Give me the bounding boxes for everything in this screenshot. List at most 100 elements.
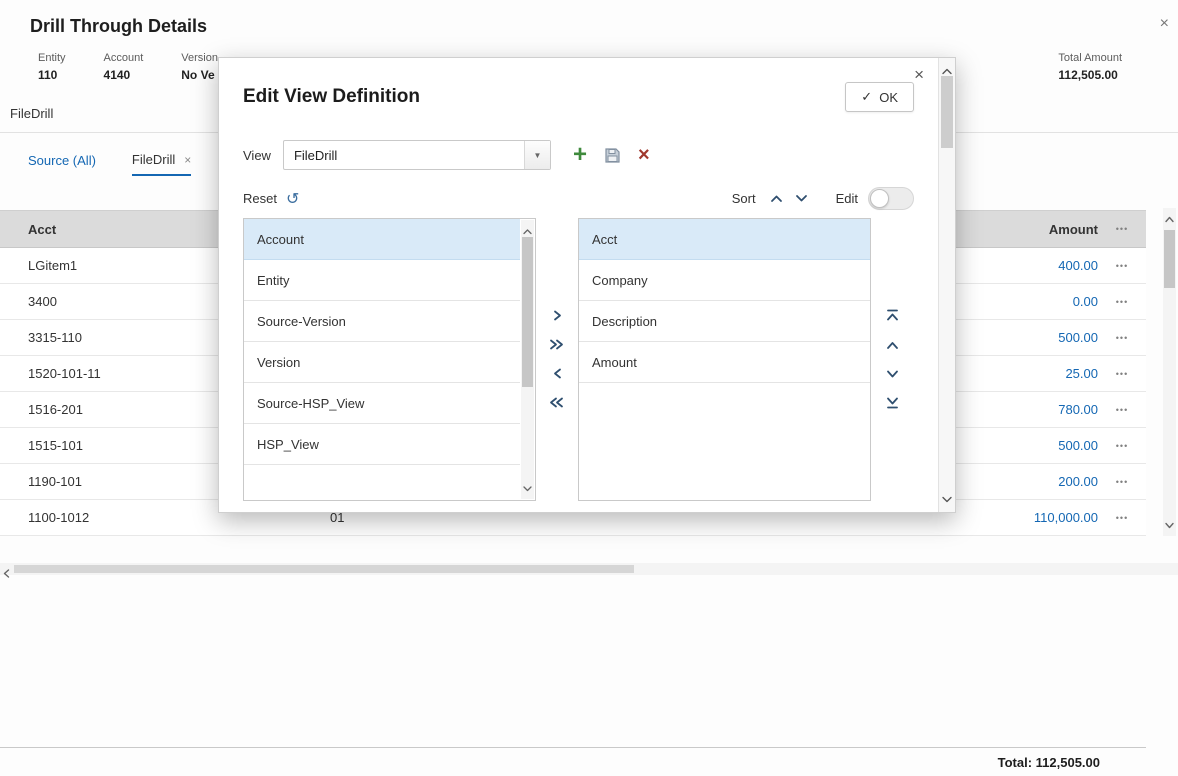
shuttle-lists: Account Entity Source-Version Version So… — [243, 218, 914, 501]
scroll-thumb[interactable] — [941, 76, 953, 148]
pov-item: Entity 110 — [38, 52, 66, 82]
scroll-down-icon[interactable] — [1165, 516, 1174, 534]
sort-descending-icon[interactable] — [795, 194, 808, 203]
tab-label: FileDrill — [131, 152, 176, 167]
page-horizontal-scrollbar[interactable] — [0, 563, 1178, 578]
available-list-item[interactable]: Source-Version — [244, 301, 520, 342]
scroll-thumb[interactable] — [522, 237, 533, 387]
available-columns-list: Account Entity Source-Version Version So… — [243, 218, 536, 501]
list-item-label: Amount — [592, 354, 637, 370]
pov-label: Version — [181, 52, 218, 64]
check-icon: ✓ — [861, 89, 873, 104]
save-view-icon[interactable] — [604, 147, 621, 164]
header-menu-icon[interactable]: ••• — [1098, 224, 1146, 234]
list-toolbar: Reset ↺ Sort Edit — [243, 187, 914, 210]
list-item-label: Company — [592, 272, 648, 288]
view-label: View — [243, 147, 271, 163]
pov-item: Version No Ve — [181, 52, 218, 82]
scroll-down-icon[interactable] — [942, 490, 952, 508]
available-list-item[interactable]: HSP_View — [244, 424, 520, 465]
ok-button-label: OK — [879, 89, 898, 105]
edit-toggle[interactable] — [868, 187, 914, 210]
list-item-label: Source-HSP_View — [257, 395, 365, 411]
pov-value: No Ve — [181, 68, 215, 82]
table-total-bar: Total: 112,505.00 — [0, 747, 1146, 776]
tab-close-icon[interactable]: × — [184, 153, 191, 167]
dialog-body: × Edit View Definition ✓ OK View FileDri… — [219, 58, 938, 512]
sort-label: Sort — [731, 191, 756, 206]
ok-button[interactable]: ✓ OK — [845, 82, 914, 112]
move-all-left-icon[interactable] — [549, 395, 565, 410]
list-item-label: HSP_View — [257, 436, 319, 452]
row-menu-icon[interactable]: ••• — [1098, 405, 1146, 415]
move-up-icon[interactable] — [886, 337, 899, 352]
row-menu-icon[interactable]: ••• — [1098, 441, 1146, 451]
tab-bar: Source (All) FileDrill × — [28, 152, 192, 176]
row-menu-icon[interactable]: ••• — [1098, 297, 1146, 307]
table-total: Total: 112,505.00 — [997, 754, 1100, 770]
edit-label: Edit — [835, 191, 858, 206]
sort-ascending-icon[interactable] — [770, 194, 783, 203]
available-list-item[interactable]: Entity — [244, 260, 520, 301]
row-menu-icon[interactable]: ••• — [1098, 333, 1146, 343]
scroll-thumb[interactable] — [14, 565, 634, 573]
edit-view-dialog: × Edit View Definition ✓ OK View FileDri… — [218, 57, 956, 513]
view-select[interactable]: FileDrill ▼ — [282, 140, 551, 170]
dialog-scrollbar[interactable] — [938, 58, 955, 512]
page-close-icon[interactable]: × — [1160, 15, 1169, 33]
move-all-right-icon[interactable] — [549, 337, 565, 352]
row-menu-icon[interactable]: ••• — [1098, 369, 1146, 379]
scroll-left-icon[interactable] — [3, 565, 10, 583]
available-list-item[interactable]: Source-HSP_View — [244, 383, 520, 424]
row-menu-icon[interactable]: ••• — [1098, 261, 1146, 271]
scroll-down-icon[interactable] — [523, 479, 532, 497]
view-select-value: FileDrill — [293, 147, 338, 163]
selected-list-item[interactable]: Amount — [579, 342, 870, 383]
scroll-thumb[interactable] — [1164, 230, 1175, 288]
dialog-title: Edit View Definition — [243, 86, 420, 107]
total-amount-label: Total Amount — [1058, 52, 1122, 64]
move-down-icon[interactable] — [886, 366, 899, 381]
list-item-label: Acct — [592, 231, 618, 247]
row-menu-icon[interactable]: ••• — [1098, 477, 1146, 487]
add-view-icon[interactable]: + — [573, 143, 587, 167]
view-selector-row: View FileDrill ▼ + × — [243, 140, 914, 170]
selected-columns-list: Acct Company Description Amount — [578, 218, 871, 501]
tab-label: Source (All) — [28, 153, 96, 168]
reset-label: Reset — [243, 191, 277, 206]
tab[interactable]: FileDrill × — [131, 152, 192, 176]
list-item-label: Version — [257, 354, 301, 370]
selected-list-item[interactable]: Description — [579, 301, 870, 342]
pov-value: 110 — [38, 68, 58, 82]
move-to-top-icon[interactable] — [886, 308, 899, 323]
move-right-icon[interactable] — [552, 308, 563, 323]
dropdown-arrow-icon[interactable]: ▼ — [523, 141, 550, 169]
dialog-close-icon[interactable]: × — [914, 65, 924, 85]
list-item-label: Source-Version — [257, 313, 346, 329]
total-amount: Total Amount 112,505.00 — [1058, 52, 1122, 82]
scroll-up-icon[interactable] — [1165, 210, 1174, 228]
page-vertical-scrollbar[interactable] — [1163, 208, 1176, 536]
toggle-knob — [870, 189, 889, 208]
reorder-buttons — [871, 218, 913, 501]
tab[interactable]: Source (All) — [28, 152, 96, 176]
drill-name: FileDrill — [10, 106, 54, 121]
selected-list-item[interactable]: Company — [579, 260, 870, 301]
reset-button[interactable]: Reset ↺ — [243, 189, 299, 209]
delete-view-icon[interactable]: × — [638, 145, 650, 165]
pov-bar: Entity 110 Account 4140 Version No Ve — [38, 52, 218, 82]
dialog-header: Edit View Definition ✓ OK — [243, 82, 914, 112]
pov-value: 4140 — [103, 68, 131, 82]
selected-list-item[interactable]: Acct — [579, 219, 870, 260]
shuttle-buttons — [536, 218, 578, 501]
row-menu-icon[interactable]: ••• — [1098, 513, 1146, 523]
total-amount-value: 112,505.00 — [1058, 68, 1118, 82]
pov-label: Account — [103, 52, 144, 64]
move-left-icon[interactable] — [552, 366, 563, 381]
move-to-bottom-icon[interactable] — [886, 395, 899, 410]
available-list-scrollbar[interactable] — [521, 220, 534, 499]
available-list-item[interactable]: Account — [244, 219, 520, 260]
undo-icon: ↺ — [285, 190, 300, 208]
page-title: Drill Through Details — [30, 16, 208, 36]
available-list-item[interactable]: Version — [244, 342, 520, 383]
